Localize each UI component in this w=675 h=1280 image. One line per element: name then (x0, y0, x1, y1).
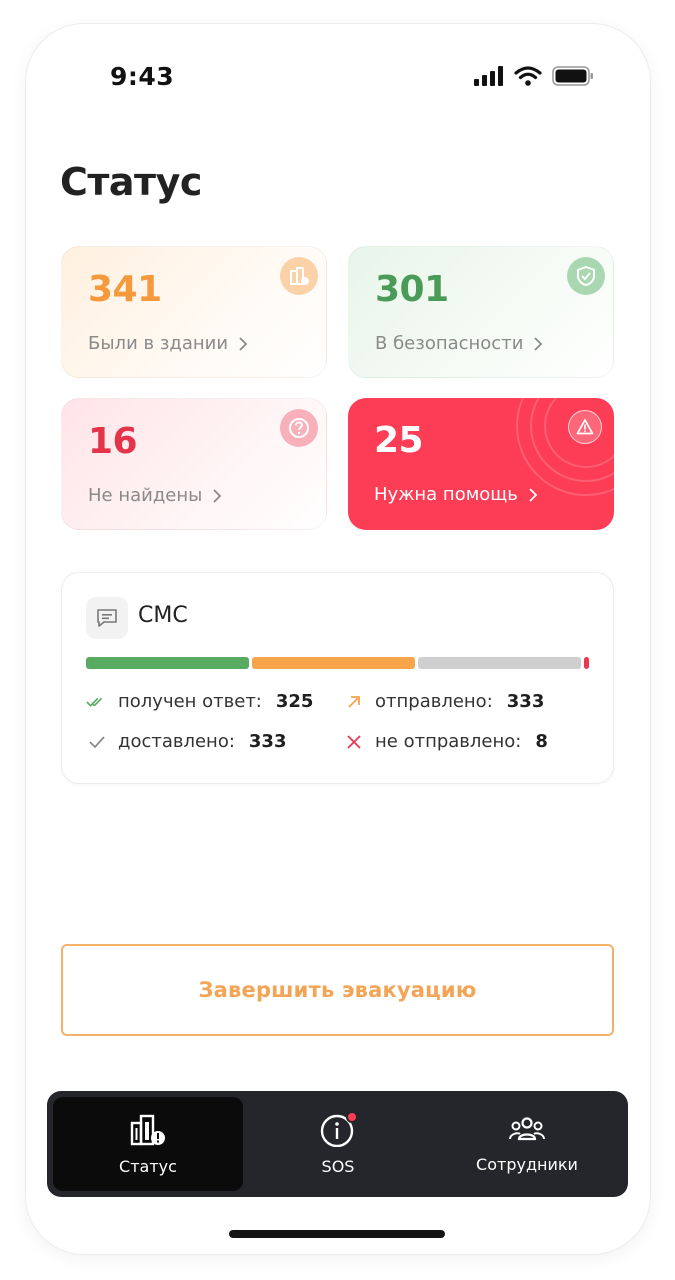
page-title: Статус (60, 160, 202, 204)
card-in-building[interactable]: 341 Были в здании (61, 246, 327, 378)
card-value: 25 (374, 420, 424, 461)
wifi-icon (514, 66, 542, 86)
stat-value: 333 (248, 731, 287, 752)
stat-value: 325 (275, 691, 314, 712)
building-alert-icon (280, 257, 318, 295)
chevron-right-icon (529, 487, 538, 502)
building-alert-icon (130, 1114, 165, 1145)
chevron-right-icon (534, 336, 543, 351)
arrow-up-right-icon (343, 694, 365, 710)
tab-bar: Статус SOS Сотрудники (47, 1091, 628, 1197)
tab-label: Статус (119, 1156, 177, 1176)
double-check-icon (86, 695, 108, 709)
stat-label: не отправлено: (375, 731, 522, 752)
status-time: 9:43 (110, 62, 175, 91)
status-icons (474, 66, 594, 86)
warning-icon (568, 410, 602, 444)
phone-frame: 9:43 Статус 341 Были в здании 301 В безо… (26, 24, 650, 1254)
tab-sos[interactable]: SOS (243, 1097, 433, 1191)
sms-bar-sent (252, 657, 415, 669)
sms-bar-answered (86, 657, 249, 669)
stat-value: 8 (535, 731, 548, 752)
card-label-text: В безопасности (375, 333, 524, 354)
card-label-text: Были в здании (88, 333, 229, 354)
stat-sent: отправлено: 333 (343, 691, 544, 712)
stat-value: 333 (506, 691, 545, 712)
notification-dot (346, 1110, 358, 1123)
card-need-help[interactable]: 25 Нужна помощь (348, 398, 614, 530)
home-indicator (229, 1230, 445, 1238)
chevron-right-icon (213, 488, 222, 503)
tab-employees[interactable]: Сотрудники (432, 1097, 622, 1191)
check-icon (86, 735, 108, 749)
stat-label: доставлено: (118, 731, 235, 752)
card-label: В безопасности (375, 333, 543, 354)
card-label: Были в здании (88, 333, 248, 354)
tab-status[interactable]: Статус (53, 1097, 243, 1191)
shield-check-icon (567, 257, 605, 295)
cross-icon (343, 734, 365, 750)
card-label: Нужна помощь (374, 484, 538, 505)
card-not-found[interactable]: 16 Не найдены (61, 398, 327, 530)
card-safe[interactable]: 301 В безопасности (348, 246, 614, 378)
card-value: 301 (375, 269, 449, 310)
chevron-right-icon (239, 336, 248, 351)
sms-bar-delivered (418, 657, 581, 669)
status-bar: 9:43 (26, 24, 650, 124)
info-icon (320, 1110, 358, 1147)
stat-label: отправлено: (375, 691, 493, 712)
message-icon (86, 597, 128, 639)
stat-answered: получен ответ: 325 (86, 691, 313, 712)
stat-delivered: доставлено: 333 (86, 731, 286, 752)
tab-label: SOS (321, 1156, 355, 1176)
sms-bar-not-sent (584, 657, 589, 669)
sms-title: СМС (138, 603, 188, 628)
card-label-text: Не найдены (88, 485, 203, 506)
stat-not-sent: не отправлено: 8 (343, 731, 548, 752)
signal-icon (474, 66, 503, 86)
card-value: 341 (88, 269, 162, 310)
finish-evacuation-button[interactable]: Завершить эвакуацию (61, 944, 614, 1036)
card-label-text: Нужна помощь (374, 484, 518, 505)
stat-label: получен ответ: (118, 691, 262, 712)
sms-card: СМС получен ответ: 325 отправлено: 333 д… (61, 572, 614, 784)
battery-icon (552, 66, 593, 86)
people-icon (509, 1116, 545, 1140)
card-value: 16 (88, 421, 138, 462)
tab-label: Сотрудники (476, 1154, 578, 1174)
question-icon (280, 409, 318, 447)
card-label: Не найдены (88, 485, 222, 506)
